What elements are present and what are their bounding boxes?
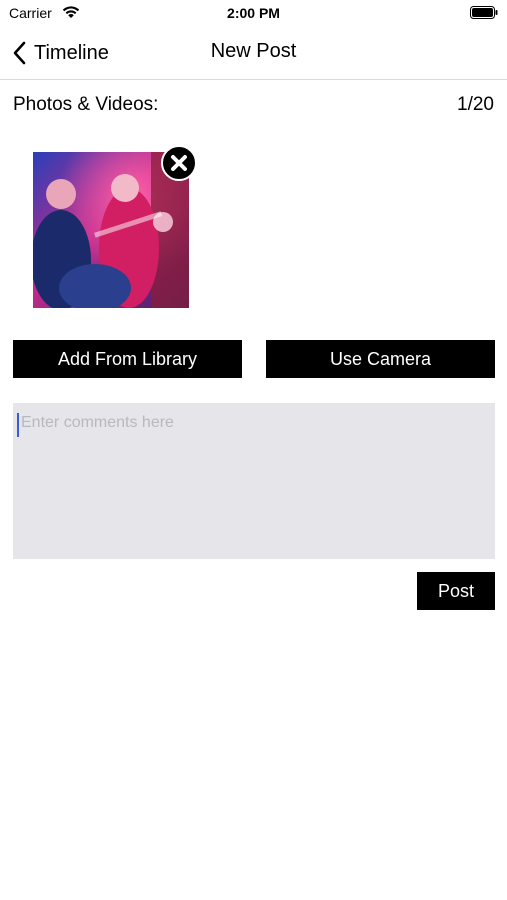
media-section-label: Photos & Videos: [13, 94, 159, 115]
chevron-left-icon [13, 41, 26, 65]
media-thumbnail-item [33, 145, 199, 308]
back-button[interactable]: Timeline [12, 38, 109, 68]
media-count: 1/20 [457, 94, 494, 115]
status-bar: Carrier 2:00 PM [0, 0, 507, 28]
back-button-label: Timeline [34, 41, 109, 64]
use-camera-button[interactable]: Use Camera [266, 340, 495, 378]
text-caret [17, 413, 19, 437]
add-from-library-button[interactable]: Add From Library [13, 340, 242, 378]
battery-icon [470, 6, 498, 19]
comments-placeholder: Enter comments here [21, 414, 174, 431]
comments-input[interactable]: Enter comments here [13, 403, 495, 559]
post-button[interactable]: Post [417, 572, 495, 610]
media-header: Photos & Videos: 1/20 [13, 94, 494, 118]
navigation-bar: Timeline New Post [0, 28, 507, 80]
remove-photo-button[interactable] [161, 145, 197, 181]
clock-time: 2:00 PM [227, 5, 280, 21]
